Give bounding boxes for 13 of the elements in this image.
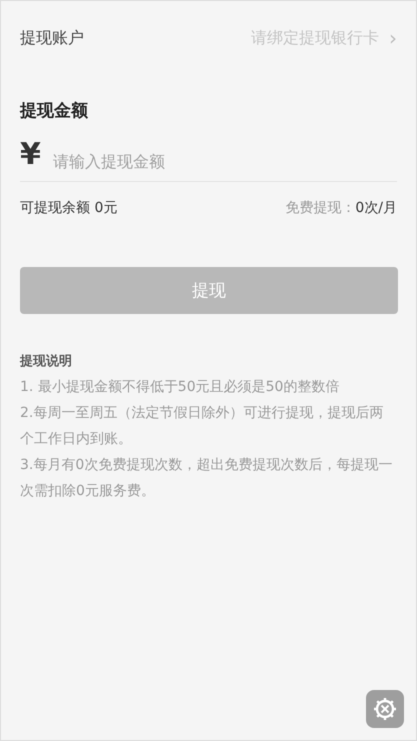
settings-icon[interactable]	[366, 690, 404, 728]
amount-input-field[interactable]: 请输入提现金额	[52, 152, 353, 171]
section-title: 提现金额	[18, 100, 89, 122]
note-text: 1. 最小提现金额不得低于50元且必须是50的整数倍	[19, 378, 340, 397]
note-text: 2.每周一至周五（法定节假日除外）可进行提现，提现后两个工作日内到账。	[19, 404, 384, 449]
free-withdraw-value: 0次/月	[355, 199, 397, 217]
notes-title: 提现说明	[18, 353, 73, 371]
account-label: 提现账户	[20, 28, 84, 48]
currency-symbol: ¥	[20, 138, 41, 171]
free-withdraw-label: 免费提现：	[285, 199, 356, 217]
chevron-icon: ›	[389, 28, 397, 48]
available-balance: 可提现余额 0元	[20, 199, 118, 217]
note-text: 3.每月有0次免费提现次数，超出免费提现次数后，每提现一次需扣除0元服务费。	[19, 456, 394, 501]
